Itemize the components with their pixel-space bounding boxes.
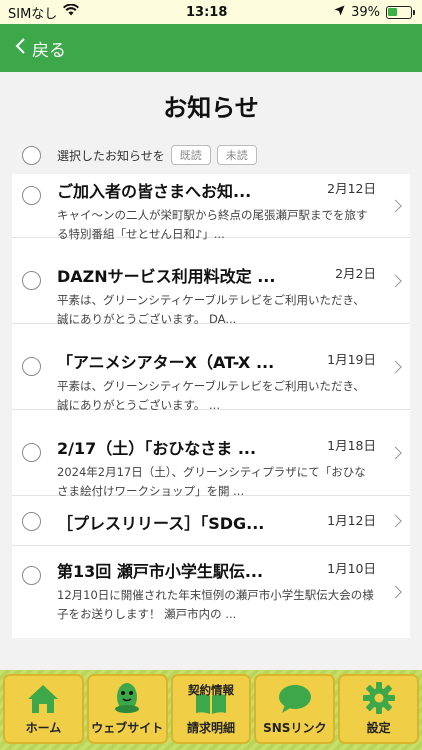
notice-list: ご加入者の皆さまへお知... 2月12日 キャイ〜ンの二人が栄町駅から終点の尾張…	[12, 174, 410, 638]
notice-desc: 12月10日に開催された年末恒例の瀬戸市小学生駅伝大会の様子をお送りします！ 瀬…	[57, 588, 374, 621]
mark-read-button[interactable]: 既読	[170, 145, 211, 165]
clock: 13:18	[186, 4, 228, 20]
battery-fill	[388, 8, 397, 16]
tab-settings-label: 設定	[366, 721, 391, 735]
chevron-left-icon	[14, 37, 26, 60]
notice-date: 2月2日	[335, 266, 376, 281]
wifi-icon	[63, 3, 80, 20]
item-radio[interactable]	[22, 566, 41, 585]
notice-title: ［プレスリリース］「SDG...	[57, 514, 265, 533]
tab-contract-label-bottom: 請求明細	[186, 721, 235, 735]
item-radio[interactable]	[22, 271, 41, 290]
notice-title: DAZNサービス利用料改定 ...	[57, 267, 276, 286]
tab-sns[interactable]: SNSリンク	[254, 674, 336, 744]
notice-title: 「アニメシアターX（AT-X ...	[57, 353, 275, 372]
notice-item[interactable]: 2/17（土）「おひなさま ... 1月18日 2024年2月17日（土）、グリ…	[12, 410, 410, 498]
notice-date: 1月18日	[327, 438, 376, 453]
tab-home-label: ホーム	[25, 721, 62, 735]
item-radio[interactable]	[22, 443, 41, 462]
notice-title: 2/17（土）「おひなさま ...	[57, 439, 257, 458]
back-label: 戻る	[32, 40, 66, 61]
notice-item[interactable]: 「アニメシアターX（AT-X ... 1月19日 平素は、グリーンシティケーブル…	[12, 324, 410, 412]
content: お知らせ 選択したお知らせを 既読 未読 ご加入者の皆さまへお知... 2月12…	[0, 72, 422, 670]
tab-home[interactable]: ホーム	[3, 674, 84, 744]
bulk-select-row: 選択したお知らせを 既読 未読	[0, 144, 422, 166]
page-title: お知らせ	[163, 94, 259, 122]
mark-unread-button[interactable]: 未読	[216, 145, 257, 165]
chat-bubble-icon	[278, 685, 311, 713]
notice-date: 1月12日	[327, 513, 376, 528]
notice-title: ご加入者の皆さまへお知...	[57, 182, 252, 201]
notice-date: 1月19日	[327, 352, 376, 367]
battery-icon	[385, 5, 415, 19]
notice-date: 2月12日	[327, 181, 376, 196]
notice-item[interactable]: ［プレスリリース］「SDG... 1月12日	[12, 496, 410, 546]
select-all-radio[interactable]	[22, 145, 41, 165]
item-radio[interactable]	[22, 357, 41, 376]
tab-website-label: ウェブサイト	[91, 721, 164, 735]
nav-bar: 戻る	[0, 24, 422, 72]
tab-bar: ホーム ウェブサイト 契約情報 請求明細 SNSリンク 設定	[0, 670, 422, 750]
notice-title: 第13回 瀬戸市小学生駅伝...	[57, 562, 264, 581]
tab-website[interactable]: ウェブサイト	[86, 674, 168, 744]
mascot-icon	[115, 683, 140, 713]
bulk-select-label: 選択したお知らせを	[57, 148, 165, 163]
notice-date: 1月10日	[327, 561, 376, 576]
item-radio[interactable]	[22, 186, 41, 205]
item-radio[interactable]	[22, 512, 41, 531]
status-right: 39%	[334, 4, 415, 20]
home-icon	[28, 685, 59, 713]
back-button[interactable]: 戻る	[14, 36, 66, 61]
tab-contract-label-top: 契約情報	[187, 683, 234, 697]
carrier-label: SIMなし	[8, 6, 58, 22]
notice-item[interactable]: ご加入者の皆さまへお知... 2月12日 キャイ〜ンの二人が栄町駅から終点の尾張…	[12, 174, 410, 241]
status-left: SIMなし	[8, 3, 80, 22]
tab-sns-label: SNSリンク	[263, 721, 327, 735]
location-icon	[334, 5, 345, 20]
tab-contract[interactable]: 契約情報 請求明細	[170, 674, 252, 744]
notice-item[interactable]: 第13回 瀬戸市小学生駅伝... 1月10日 12月10日に開催された年末恒例の…	[12, 546, 410, 638]
battery-percent: 39%	[351, 4, 380, 20]
tab-settings[interactable]: 設定	[338, 674, 419, 744]
notice-item[interactable]: DAZNサービス利用料改定 ... 2月2日 平素は、グリーンシティケーブルテレ…	[12, 238, 410, 326]
status-bar: SIMなし 13:18 39%	[0, 0, 422, 24]
gear-icon	[362, 682, 395, 714]
